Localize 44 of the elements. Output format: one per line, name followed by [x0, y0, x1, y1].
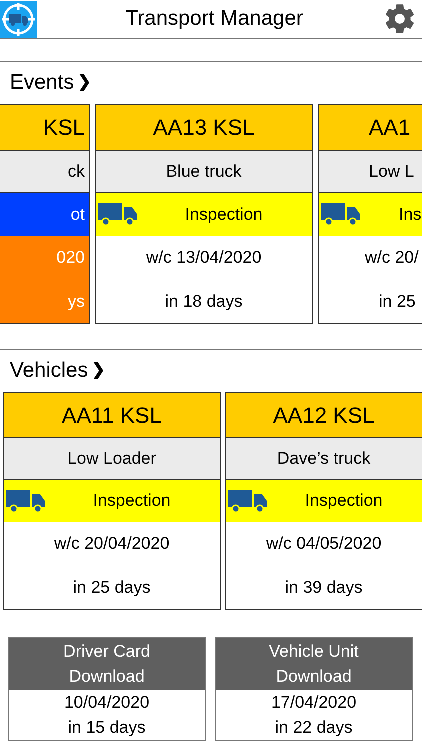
- event-label: Ins: [398, 204, 422, 226]
- vehicle-card[interactable]: AA13 KSL Blue truck Inspection w/c 13/04/2020 in 18 days: [95, 104, 313, 324]
- vehicle-card[interactable]: AA1 Low L Ins w/c 20/ in 25: [318, 104, 422, 324]
- vehicles-heading[interactable]: Vehicles ❯: [10, 355, 106, 387]
- events-heading[interactable]: Events ❯: [10, 67, 92, 99]
- registration-header: AA11 KSL: [4, 393, 220, 438]
- vehicle-name: ck: [0, 151, 89, 193]
- vehicle-card[interactable]: AA12 KSL Dave’s truck Inspection w/c 04/05/2020 in 39 days: [225, 392, 422, 610]
- settings-icon[interactable]: [384, 3, 416, 35]
- chevron-icon: ❯: [92, 359, 106, 383]
- vehicle-card[interactable]: KSL ck ot 020 ys: [0, 104, 90, 324]
- due-countdown: in 39 days: [284, 576, 364, 599]
- vehicle-name: Blue truck: [96, 151, 312, 193]
- download-date: 10/04/2020: [63, 692, 151, 714]
- download-countdown: in 15 days: [67, 717, 147, 739]
- app-title: Transport Manager: [126, 6, 304, 32]
- chevron-icon: ❯: [78, 71, 92, 95]
- event-label: Inspection: [184, 204, 263, 226]
- vehicle-card[interactable]: AA11 KSL Low Loader Inspection w/c 20/04/2020 in 25 days: [3, 392, 221, 610]
- download-card[interactable]: Driver Card Download 10/04/2020 in 15 days: [8, 637, 206, 741]
- event-label: Inspection: [304, 490, 383, 512]
- due-countdown: in 18 days: [164, 290, 244, 313]
- vehicle-name: Low L: [319, 151, 422, 193]
- due-date: 020: [56, 247, 86, 270]
- registration-header: AA1: [319, 105, 422, 151]
- registration-header: AA12 KSL: [226, 393, 422, 438]
- vehicle-name: Low Loader: [4, 438, 220, 480]
- download-title: Driver Card Download: [9, 638, 205, 690]
- registration-header: KSL: [0, 105, 89, 151]
- due-date: w/c 13/04/2020: [145, 247, 263, 270]
- event-label: Inspection: [92, 490, 171, 512]
- vehicle-name: Dave’s truck: [226, 438, 422, 480]
- download-date: 17/04/2020: [270, 692, 358, 714]
- due-countdown: in 25: [378, 290, 417, 313]
- registration-header: AA13 KSL: [96, 105, 312, 151]
- due-date: w/c 04/05/2020: [265, 533, 383, 556]
- due-date: w/c 20/04/2020: [53, 533, 171, 556]
- download-card[interactable]: Vehicle Unit Download 17/04/2020 in 22 days: [215, 637, 413, 741]
- event-label: ot: [70, 204, 85, 226]
- download-title: Vehicle Unit Download: [216, 638, 412, 690]
- download-countdown: in 22 days: [274, 717, 354, 739]
- due-countdown: ys: [67, 290, 86, 313]
- due-date: w/c 20/: [364, 247, 420, 270]
- due-countdown: in 25 days: [72, 576, 152, 599]
